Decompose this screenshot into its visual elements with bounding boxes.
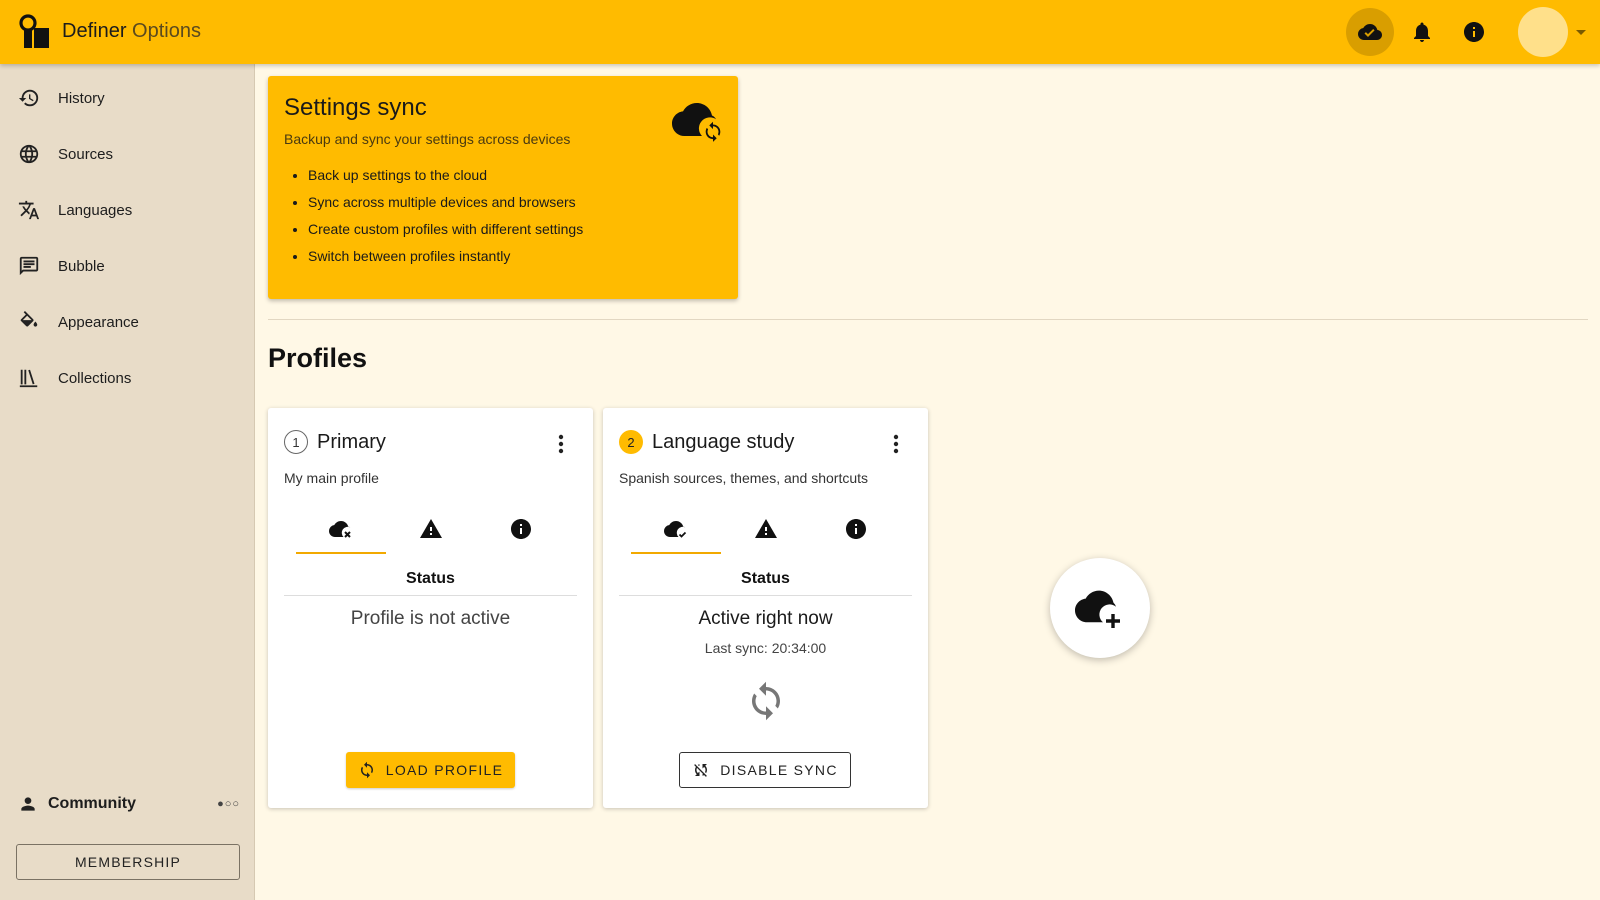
app-title: Definer Options [62,20,201,43]
cloud-sync-icon [672,103,723,142]
cloud-add-icon [1075,590,1120,628]
sidebar-item-languages[interactable]: Languages [0,182,254,238]
community-level-dots: ●○○ [217,798,240,810]
profile-number: 1 [284,430,308,454]
history-icon [18,89,39,107]
profile-description: Spanish sources, themes, and shortcuts [619,470,869,486]
more-vert-icon[interactable] [886,432,906,456]
profile-description: My main profile [284,470,379,486]
tab-status[interactable] [631,504,721,554]
sidebar-item-label: Bubble [58,257,105,275]
profile-name: Primary [317,430,386,453]
profile-card-language-study: 2 Language study Spanish sources, themes… [603,408,928,808]
cloud-done-icon [664,521,687,538]
tab-info[interactable] [476,504,566,554]
info-icon [846,519,866,539]
sidebar-item-label: Collections [58,369,132,387]
membership-button[interactable]: MEMBERSHIP [16,844,240,880]
feature-item: Back up settings to the cloud [308,167,722,184]
profiles-title: Profiles [268,343,368,373]
profile-tabs [296,504,566,554]
sidebar-item-bubble[interactable]: Bubble [0,238,254,294]
app-name: Definer [62,20,127,42]
avatar[interactable] [1518,7,1568,57]
disable-sync-button[interactable]: DISABLE SYNC [679,752,851,788]
disable-sync-label: DISABLE SYNC [720,762,838,778]
warning-icon [420,519,442,538]
chat-bubble-icon [19,256,39,276]
top-app-bar: Definer Options [0,0,1600,64]
sync-disabled-icon [694,764,708,777]
community-row[interactable]: Community ●○○ [18,794,240,814]
bell-icon [1414,22,1430,42]
settings-sync-title: Settings sync [284,94,427,121]
library-icon [19,369,38,388]
tab-status[interactable] [296,504,386,554]
settings-sync-features: Back up settings to the cloud Sync acros… [308,167,722,265]
sidebar-item-label: Appearance [58,313,139,331]
sync-icon [360,761,373,779]
sidebar-item-collections[interactable]: Collections [0,350,254,406]
sidebar-item-label: History [58,89,105,107]
warning-icon [755,519,777,538]
section-divider [268,319,1588,320]
status-value: Active right now [698,608,833,629]
chevron-down-icon [1576,29,1586,35]
profile-card-primary: 1 Primary My main profile Status Profile… [268,408,593,808]
globe-icon [19,144,39,164]
info-button[interactable] [1450,8,1498,56]
profile-number: 2 [619,430,643,454]
profile-tabs [631,504,901,554]
load-profile-label: LOAD PROFILE [385,762,504,778]
settings-sync-description: Backup and sync your settings across dev… [284,131,571,147]
more-vert-icon[interactable] [551,432,571,456]
load-profile-button[interactable]: LOAD PROFILE [346,752,515,788]
settings-sync-card: Settings sync Backup and sync your setti… [268,76,738,299]
definer-logo-icon [19,14,49,48]
sidebar-item-sources[interactable]: Sources [0,126,254,182]
tab-warnings[interactable] [721,504,811,554]
status-heading: Status [619,570,912,596]
feature-item: Sync across multiple devices and browser… [308,194,722,211]
translate-icon [18,200,40,220]
sidebar-item-appearance[interactable]: Appearance [0,294,254,350]
app-subtitle: Options [132,20,201,42]
community-label: Community [48,795,136,812]
status-value: Profile is not active [350,608,511,629]
profile-name: Language study [652,430,795,453]
info-icon [1464,22,1484,42]
add-profile-button[interactable] [1050,558,1150,658]
cloud-off-icon [329,521,351,538]
sidebar-item-history[interactable]: History [0,70,254,126]
feature-item: Create custom profiles with different se… [308,221,722,238]
tab-warnings[interactable] [386,504,476,554]
sync-progress-icon [752,681,780,721]
feature-item: Switch between profiles instantly [308,248,722,265]
notifications-button[interactable] [1398,8,1446,56]
person-icon [21,797,35,811]
tab-info[interactable] [811,504,901,554]
last-sync-text: Last sync: 20:34:00 [704,640,827,656]
cloud-done-icon [1358,24,1382,40]
cloud-sync-button[interactable] [1346,8,1394,56]
sidebar: History Sources Languages Bubble Appeara… [0,64,255,900]
account-menu[interactable] [1518,7,1586,57]
sidebar-item-label: Sources [58,145,114,163]
status-heading: Status [284,570,577,596]
info-icon [511,519,531,539]
paint-bucket-icon [20,311,38,327]
sidebar-item-label: Languages [58,201,133,219]
